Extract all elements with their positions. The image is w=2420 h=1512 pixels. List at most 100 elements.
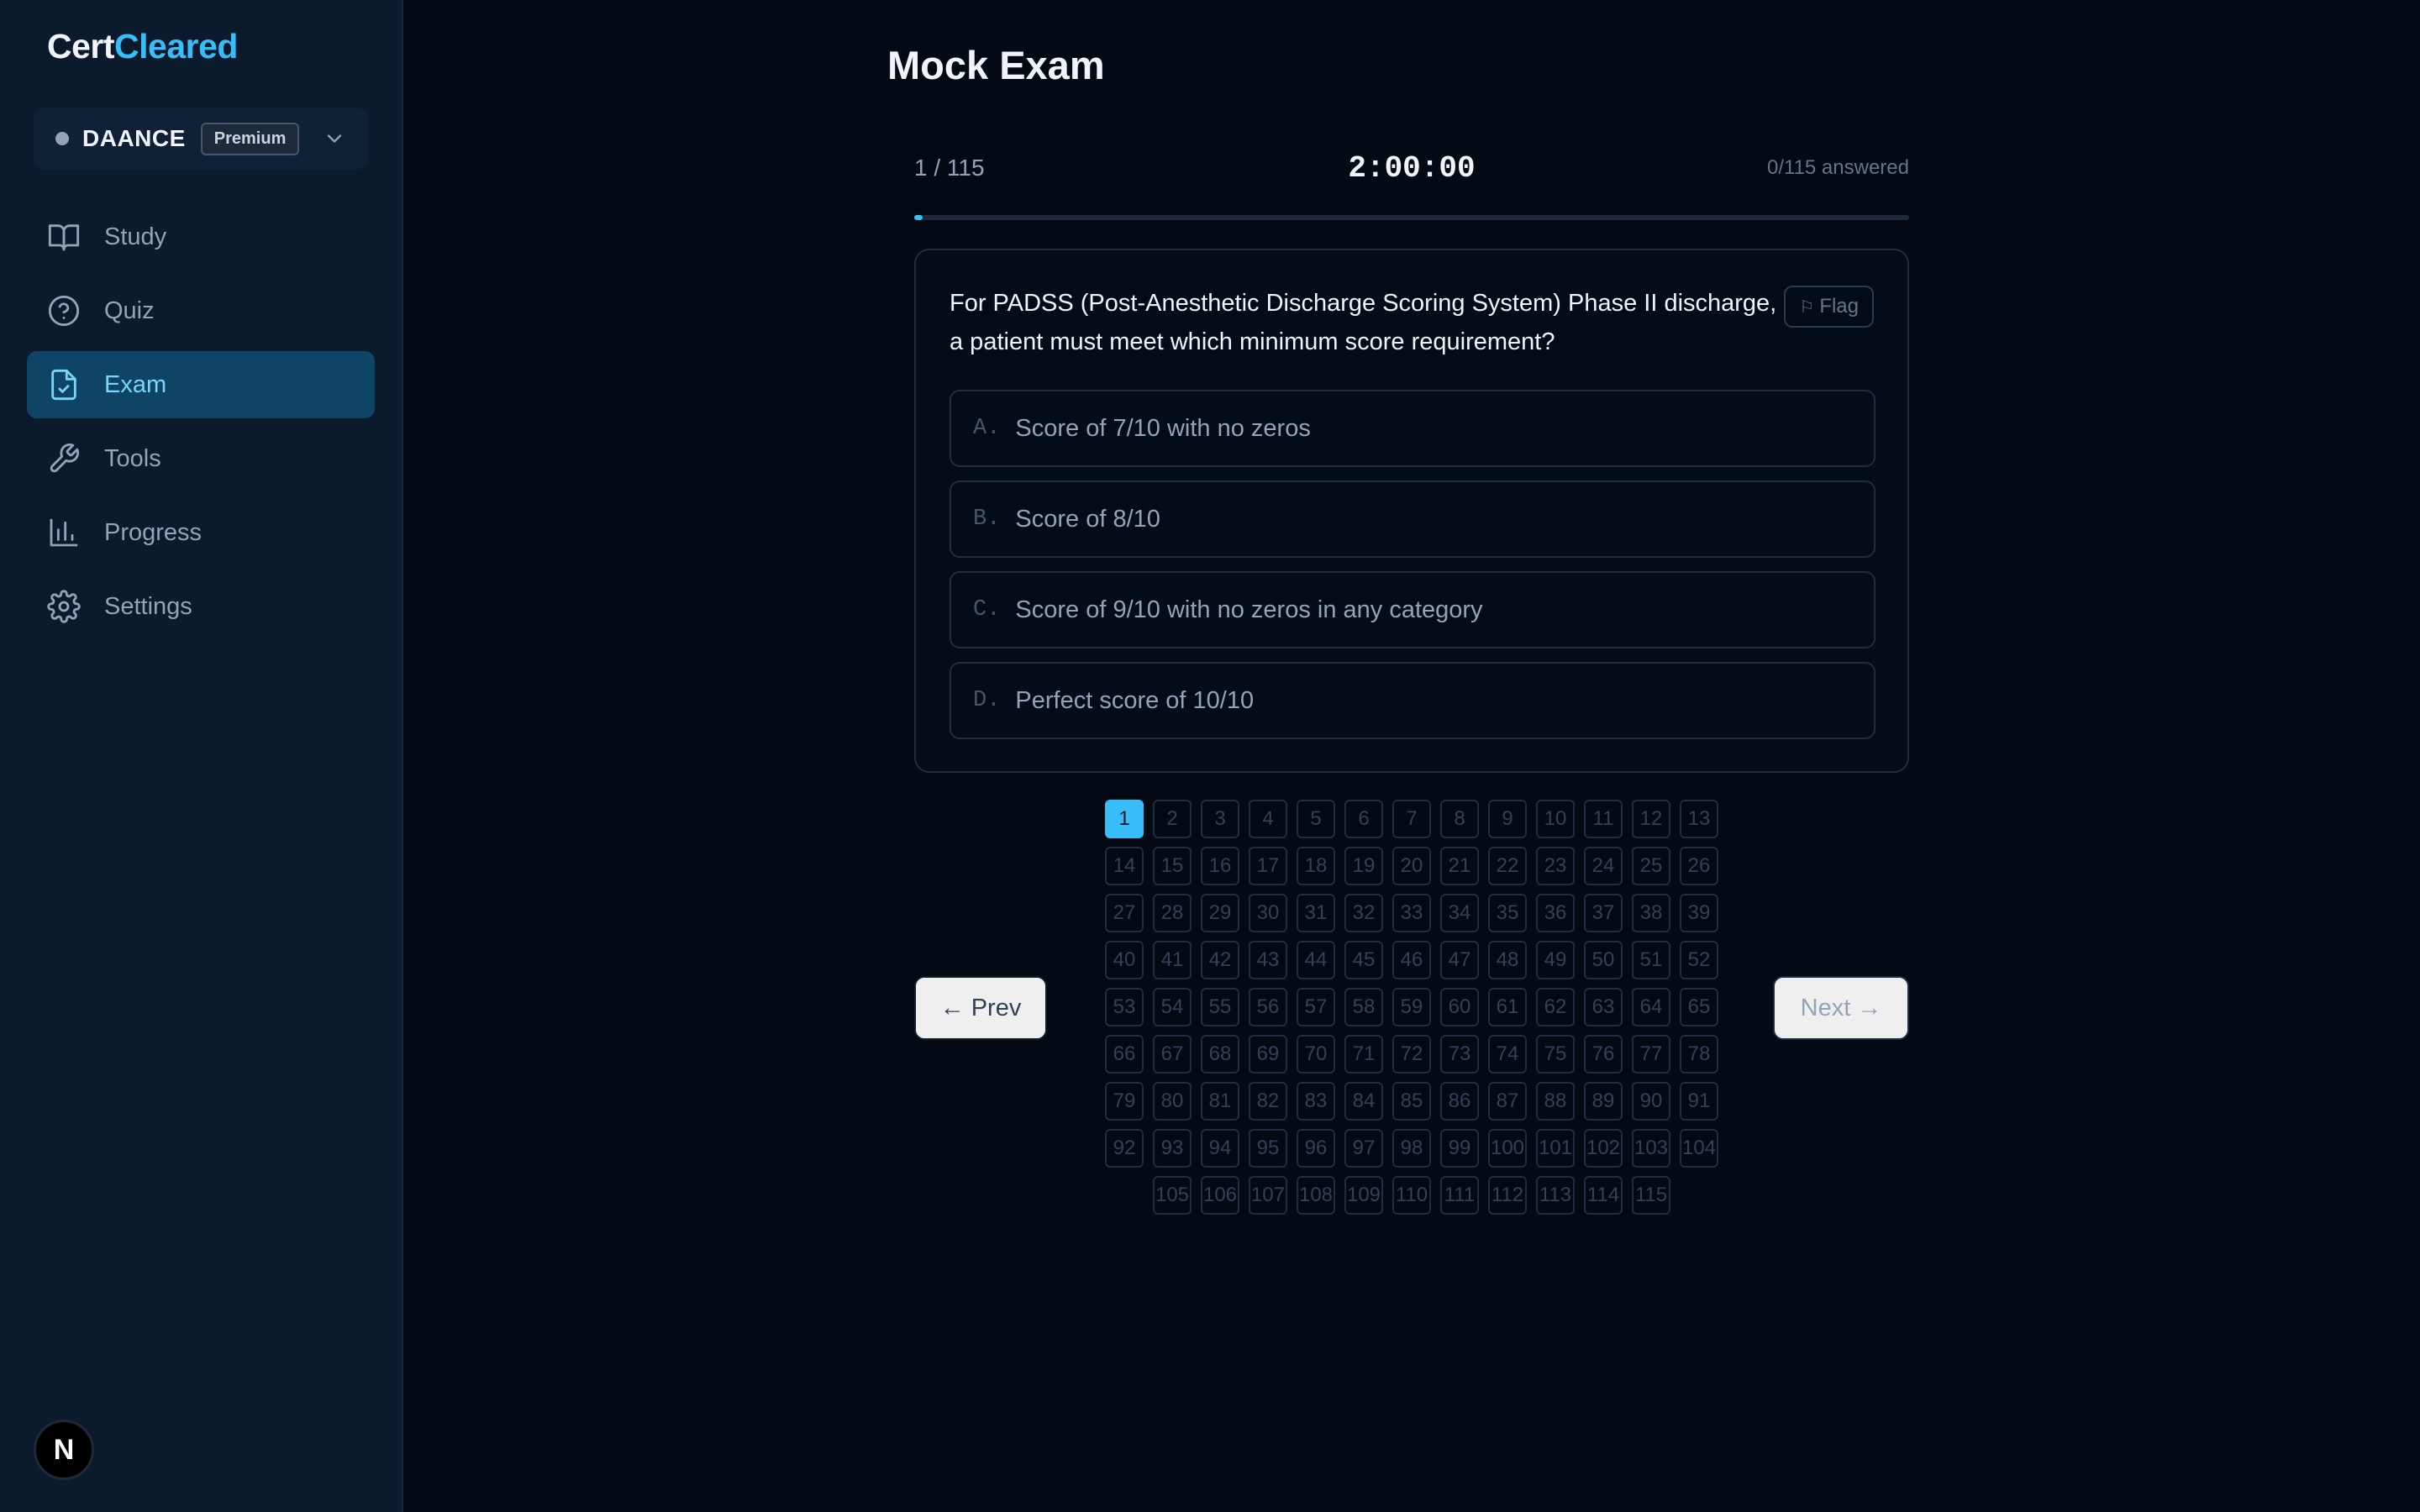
question-nav-cell[interactable]: 104 bbox=[1680, 1129, 1718, 1168]
question-nav-cell[interactable]: 27 bbox=[1105, 894, 1144, 932]
question-nav-cell[interactable]: 23 bbox=[1536, 847, 1575, 885]
flag-button[interactable]: ⚐ Flag bbox=[1784, 286, 1874, 328]
question-nav-cell[interactable]: 83 bbox=[1297, 1082, 1335, 1121]
question-nav-cell[interactable]: 30 bbox=[1249, 894, 1287, 932]
question-nav-cell[interactable]: 53 bbox=[1105, 988, 1144, 1026]
question-nav-cell[interactable]: 101 bbox=[1536, 1129, 1575, 1168]
question-nav-cell[interactable]: 110 bbox=[1392, 1176, 1431, 1215]
question-nav-cell[interactable]: 82 bbox=[1249, 1082, 1287, 1121]
question-nav-cell[interactable]: 88 bbox=[1536, 1082, 1575, 1121]
question-nav-cell[interactable]: 73 bbox=[1440, 1035, 1479, 1074]
prev-button[interactable]: ← Prev bbox=[914, 976, 1047, 1040]
question-nav-cell[interactable]: 98 bbox=[1392, 1129, 1431, 1168]
question-nav-cell[interactable]: 26 bbox=[1680, 847, 1718, 885]
question-nav-cell[interactable]: 79 bbox=[1105, 1082, 1144, 1121]
question-nav-cell[interactable]: 51 bbox=[1632, 941, 1670, 979]
question-nav-cell[interactable]: 54 bbox=[1153, 988, 1192, 1026]
question-nav-cell[interactable]: 18 bbox=[1297, 847, 1335, 885]
question-nav-cell[interactable]: 80 bbox=[1153, 1082, 1192, 1121]
answer-option-a[interactable]: A. Score of 7/10 with no zeros bbox=[950, 390, 1876, 467]
question-nav-cell[interactable]: 13 bbox=[1680, 800, 1718, 838]
question-nav-cell[interactable]: 29 bbox=[1201, 894, 1239, 932]
question-nav-cell[interactable]: 89 bbox=[1584, 1082, 1623, 1121]
question-nav-cell[interactable]: 87 bbox=[1488, 1082, 1527, 1121]
brand-logo[interactable]: CertCleared bbox=[47, 27, 238, 66]
sidebar-item-quiz[interactable]: Quiz bbox=[27, 277, 375, 344]
sidebar-item-settings[interactable]: Settings bbox=[27, 573, 375, 640]
question-nav-cell[interactable]: 10 bbox=[1536, 800, 1575, 838]
question-nav-cell[interactable]: 8 bbox=[1440, 800, 1479, 838]
question-nav-cell[interactable]: 11 bbox=[1584, 800, 1623, 838]
sidebar-item-tools[interactable]: Tools bbox=[27, 425, 375, 492]
question-nav-cell[interactable]: 95 bbox=[1249, 1129, 1287, 1168]
question-nav-cell[interactable]: 84 bbox=[1344, 1082, 1383, 1121]
question-nav-cell[interactable]: 33 bbox=[1392, 894, 1431, 932]
cert-selector[interactable]: DAANCE Premium bbox=[34, 108, 368, 170]
question-nav-cell[interactable]: 103 bbox=[1632, 1129, 1670, 1168]
question-nav-cell[interactable]: 17 bbox=[1249, 847, 1287, 885]
question-nav-cell[interactable]: 28 bbox=[1153, 894, 1192, 932]
question-nav-cell[interactable]: 24 bbox=[1584, 847, 1623, 885]
question-nav-cell[interactable]: 34 bbox=[1440, 894, 1479, 932]
question-nav-cell[interactable]: 77 bbox=[1632, 1035, 1670, 1074]
question-nav-cell[interactable]: 106 bbox=[1201, 1176, 1239, 1215]
avatar[interactable]: N bbox=[34, 1420, 94, 1480]
question-nav-cell[interactable]: 86 bbox=[1440, 1082, 1479, 1121]
question-nav-cell[interactable]: 114 bbox=[1584, 1176, 1623, 1215]
question-nav-cell[interactable]: 93 bbox=[1153, 1129, 1192, 1168]
question-nav-cell[interactable]: 25 bbox=[1632, 847, 1670, 885]
question-nav-cell[interactable]: 41 bbox=[1153, 941, 1192, 979]
question-nav-cell[interactable]: 20 bbox=[1392, 847, 1431, 885]
question-nav-cell[interactable]: 65 bbox=[1680, 988, 1718, 1026]
question-nav-cell[interactable]: 19 bbox=[1344, 847, 1383, 885]
question-nav-cell[interactable]: 69 bbox=[1249, 1035, 1287, 1074]
question-nav-cell[interactable]: 81 bbox=[1201, 1082, 1239, 1121]
question-nav-cell[interactable]: 52 bbox=[1680, 941, 1718, 979]
question-nav-cell[interactable]: 68 bbox=[1201, 1035, 1239, 1074]
question-nav-cell[interactable]: 90 bbox=[1632, 1082, 1670, 1121]
question-nav-cell[interactable]: 75 bbox=[1536, 1035, 1575, 1074]
question-nav-cell[interactable]: 59 bbox=[1392, 988, 1431, 1026]
question-nav-cell[interactable]: 46 bbox=[1392, 941, 1431, 979]
question-nav-cell[interactable]: 64 bbox=[1632, 988, 1670, 1026]
sidebar-item-exam[interactable]: Exam bbox=[27, 351, 375, 418]
question-nav-cell[interactable]: 47 bbox=[1440, 941, 1479, 979]
question-nav-cell[interactable]: 72 bbox=[1392, 1035, 1431, 1074]
question-nav-cell[interactable]: 36 bbox=[1536, 894, 1575, 932]
question-nav-cell[interactable]: 35 bbox=[1488, 894, 1527, 932]
question-nav-cell[interactable]: 60 bbox=[1440, 988, 1479, 1026]
question-nav-cell[interactable]: 5 bbox=[1297, 800, 1335, 838]
question-nav-cell[interactable]: 99 bbox=[1440, 1129, 1479, 1168]
question-nav-cell[interactable]: 70 bbox=[1297, 1035, 1335, 1074]
question-nav-cell[interactable]: 94 bbox=[1201, 1129, 1239, 1168]
sidebar-item-study[interactable]: Study bbox=[27, 203, 375, 270]
question-nav-cell[interactable]: 21 bbox=[1440, 847, 1479, 885]
question-nav-cell[interactable]: 2 bbox=[1153, 800, 1192, 838]
question-nav-cell[interactable]: 50 bbox=[1584, 941, 1623, 979]
question-nav-cell[interactable]: 109 bbox=[1344, 1176, 1383, 1215]
question-nav-cell[interactable]: 48 bbox=[1488, 941, 1527, 979]
question-nav-cell[interactable]: 111 bbox=[1440, 1176, 1479, 1215]
question-nav-cell[interactable]: 102 bbox=[1584, 1129, 1623, 1168]
next-button[interactable]: Next → bbox=[1773, 976, 1909, 1040]
question-nav-cell[interactable]: 115 bbox=[1632, 1176, 1670, 1215]
question-nav-cell[interactable]: 78 bbox=[1680, 1035, 1718, 1074]
question-nav-cell[interactable]: 91 bbox=[1680, 1082, 1718, 1121]
question-nav-cell[interactable]: 57 bbox=[1297, 988, 1335, 1026]
question-nav-cell[interactable]: 107 bbox=[1249, 1176, 1287, 1215]
question-nav-cell[interactable]: 76 bbox=[1584, 1035, 1623, 1074]
answer-option-c[interactable]: C. Score of 9/10 with no zeros in any ca… bbox=[950, 571, 1876, 648]
question-nav-cell[interactable]: 74 bbox=[1488, 1035, 1527, 1074]
answer-option-b[interactable]: B. Score of 8/10 bbox=[950, 480, 1876, 558]
question-nav-cell[interactable]: 1 bbox=[1105, 800, 1144, 838]
question-nav-cell[interactable]: 39 bbox=[1680, 894, 1718, 932]
question-nav-cell[interactable]: 6 bbox=[1344, 800, 1383, 838]
question-nav-cell[interactable]: 45 bbox=[1344, 941, 1383, 979]
question-nav-cell[interactable]: 56 bbox=[1249, 988, 1287, 1026]
question-nav-cell[interactable]: 32 bbox=[1344, 894, 1383, 932]
question-nav-cell[interactable]: 96 bbox=[1297, 1129, 1335, 1168]
question-nav-cell[interactable]: 113 bbox=[1536, 1176, 1575, 1215]
question-nav-cell[interactable]: 67 bbox=[1153, 1035, 1192, 1074]
question-nav-cell[interactable]: 55 bbox=[1201, 988, 1239, 1026]
question-nav-cell[interactable]: 63 bbox=[1584, 988, 1623, 1026]
